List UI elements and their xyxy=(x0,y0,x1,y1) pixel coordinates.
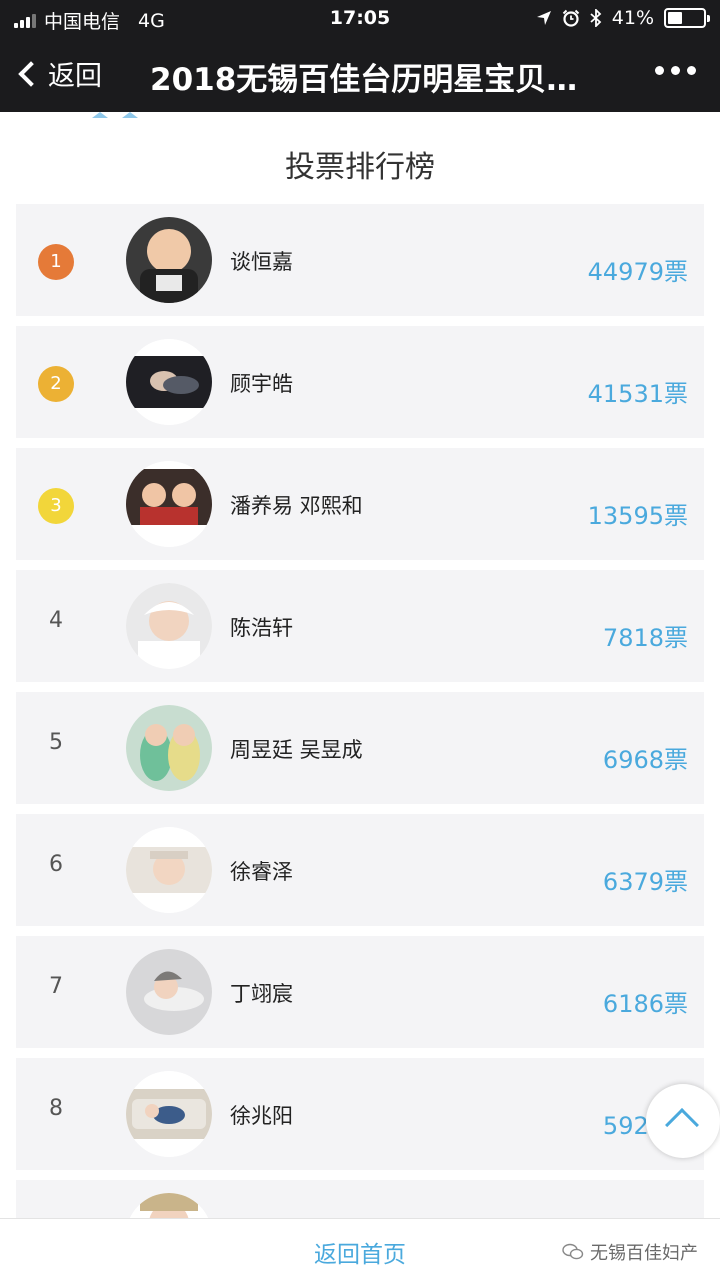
contestant-name: 周昱廷 吴昱成 xyxy=(230,738,363,762)
avatar[interactable] xyxy=(126,1071,212,1157)
vote-count: 6186票 xyxy=(602,990,688,1018)
vote-count: 6968票 xyxy=(602,746,688,774)
contestant-name: 谈恒嘉 xyxy=(230,250,293,274)
status-bar: 中国电信 4G 17:05 41% xyxy=(0,0,720,36)
avatar[interactable] xyxy=(126,827,212,913)
wechat-icon xyxy=(562,1243,584,1260)
vote-count: 7818票 xyxy=(602,624,688,652)
chevron-up-icon xyxy=(665,1108,699,1142)
page-title: 2018无锡百佳台历明星宝贝… xyxy=(150,62,578,98)
ranking-title: 投票排行榜 xyxy=(285,150,435,185)
scroll-to-top-button[interactable] xyxy=(646,1084,720,1158)
rank-number: 5 xyxy=(49,730,63,755)
navigation-bar: 返回 2018无锡百佳台历明星宝贝… xyxy=(0,36,720,112)
avatar[interactable] xyxy=(126,1193,212,1218)
logo-fragment-icon xyxy=(92,112,138,118)
vote-count: 6379票 xyxy=(602,868,688,896)
battery-percent: 41% xyxy=(611,7,654,29)
battery-icon xyxy=(664,8,710,28)
contestant-name: 顾宇皓 xyxy=(230,372,293,396)
avatar[interactable] xyxy=(126,583,212,669)
ranking-row[interactable]: 3 潘养易 邓熙和 13595票 xyxy=(16,448,704,560)
rank-badge: 2 xyxy=(38,366,74,402)
ranking-row[interactable]: 5 周昱廷 吴昱成 6968票 xyxy=(16,692,704,804)
avatar[interactable] xyxy=(126,217,212,303)
rank-badge: 3 xyxy=(38,488,74,524)
ranking-row[interactable]: 2 顾宇皓 41531票 xyxy=(16,326,704,438)
rank-number: 8 xyxy=(49,1096,63,1121)
rank-number: 7 xyxy=(49,974,63,999)
back-button[interactable]: 返回 xyxy=(14,54,102,93)
avatar[interactable] xyxy=(126,949,212,1035)
watermark: 无锡百佳妇产 xyxy=(562,1239,698,1265)
chevron-left-icon xyxy=(18,60,44,87)
ranking-row[interactable] xyxy=(16,1180,704,1218)
ranking-row[interactable]: 1 谈恒嘉 44979票 xyxy=(16,204,704,316)
watermark-text: 无锡百佳妇产 xyxy=(590,1243,698,1264)
status-right: 41% xyxy=(536,7,710,29)
vote-count: 13595票 xyxy=(587,502,688,530)
rank-number: 6 xyxy=(49,852,63,877)
contestant-name: 徐睿泽 xyxy=(230,860,293,884)
contestant-name: 陈浩轩 xyxy=(230,616,293,640)
contestant-name: 丁翊宸 xyxy=(230,982,293,1006)
ranking-row[interactable]: 8徐兆阳5920票 xyxy=(16,1058,704,1170)
avatar[interactable] xyxy=(126,339,212,425)
ranking-row[interactable]: 6 徐睿泽 6379票 xyxy=(16,814,704,926)
ranking-row[interactable]: 7 丁翊宸 6186票 xyxy=(16,936,704,1048)
contestant-name: 潘养易 邓熙和 xyxy=(230,494,363,518)
back-label: 返回 xyxy=(48,61,102,92)
vote-count: 44979票 xyxy=(587,258,688,286)
vote-count: 41531票 xyxy=(587,380,688,408)
ranking-row[interactable]: 4 陈浩轩 7818票 xyxy=(16,570,704,682)
main-content: 投票排行榜 1 谈恒嘉 44979票 2 顾宇皓 41531票 3 潘养易 邓熙和 13595票… xyxy=(0,112,720,1218)
rank-number: 4 xyxy=(49,608,63,633)
alarm-icon xyxy=(562,9,579,27)
avatar[interactable] xyxy=(126,705,212,791)
rank-badge: 1 xyxy=(38,244,74,280)
bluetooth-icon xyxy=(590,9,602,27)
bottom-bar: 返回首页 无锡百佳妇产 xyxy=(0,1218,720,1280)
location-icon xyxy=(536,11,551,25)
avatar[interactable] xyxy=(126,461,212,547)
contestant-name: 徐兆阳 xyxy=(230,1104,293,1128)
more-options-icon[interactable] xyxy=(655,66,696,75)
